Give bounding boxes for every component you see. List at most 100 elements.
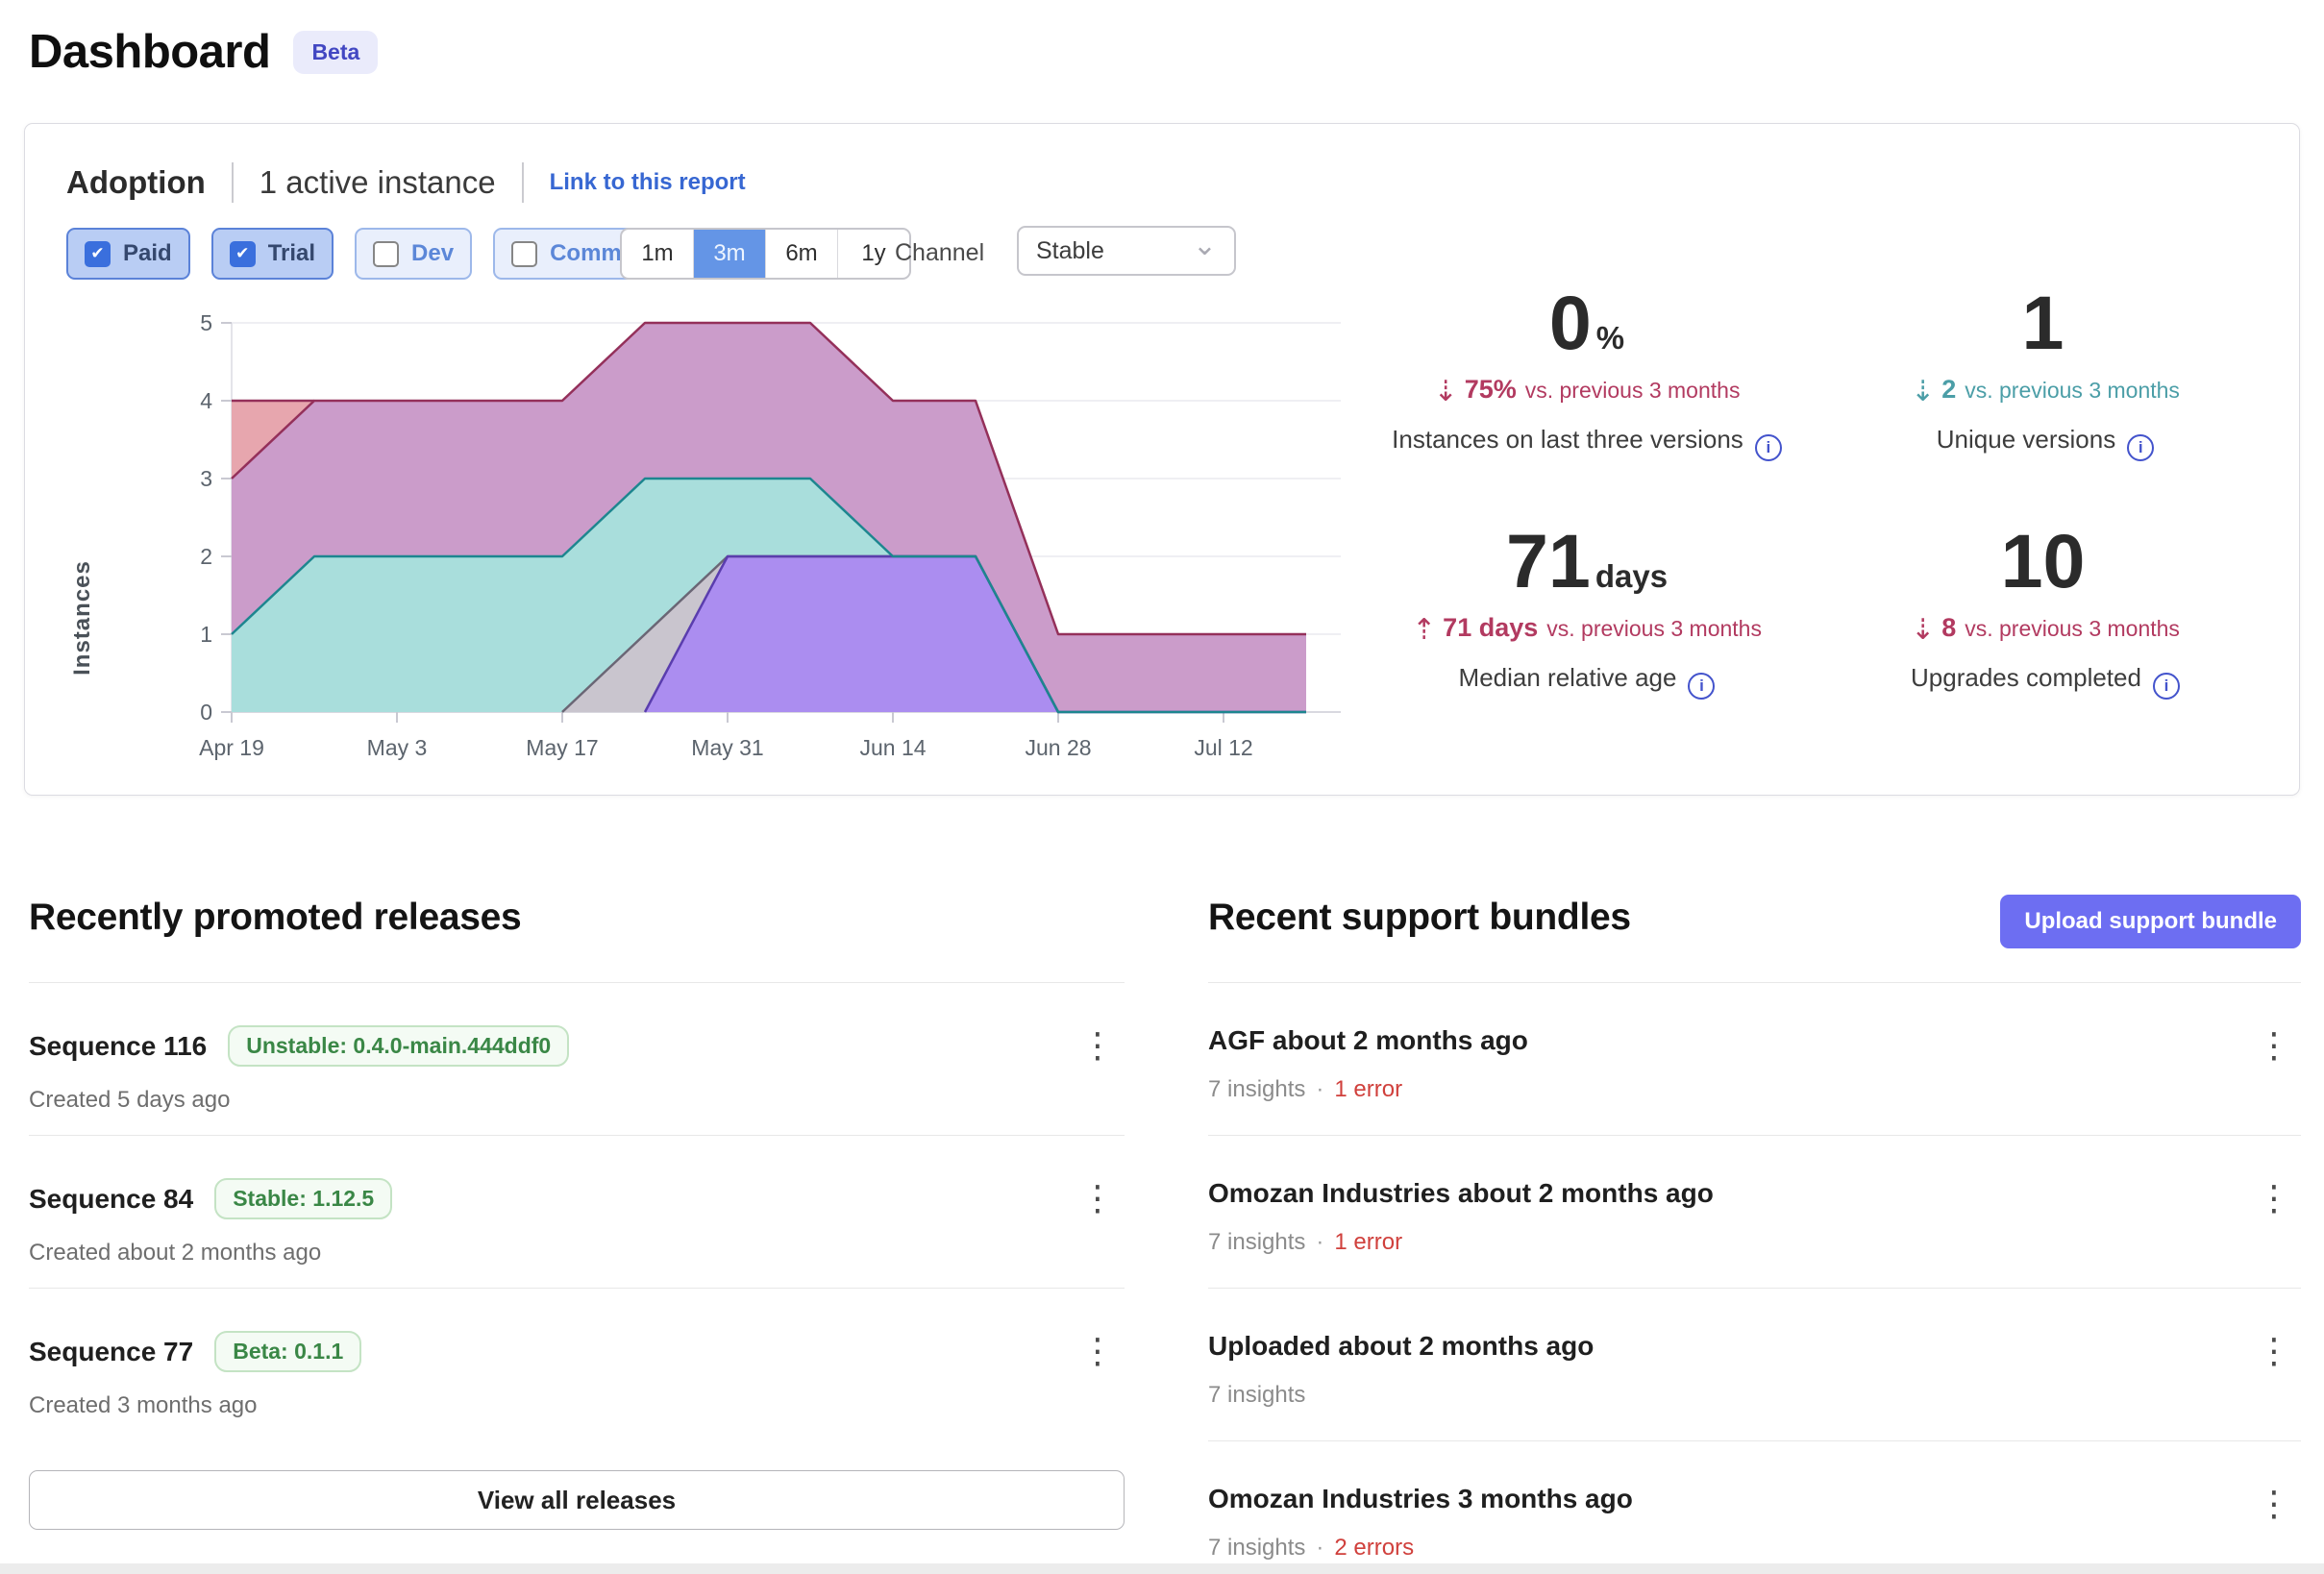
bundle-error-count: 2 errors bbox=[1334, 1535, 1414, 1561]
support-bundle-row[interactable]: AGF about 2 months ago 7 insights·1 erro… bbox=[1208, 982, 2301, 1135]
checkbox-icon[interactable]: ✔ bbox=[230, 241, 256, 267]
svg-text:4: 4 bbox=[200, 388, 212, 413]
time-range-selector: 1m 3m 6m 1y bbox=[620, 228, 911, 280]
dashboard-page: Dashboard Beta Adoption 1 active instanc… bbox=[0, 0, 2324, 1574]
info-icon[interactable]: i bbox=[1755, 434, 1782, 461]
checkbox-icon[interactable] bbox=[373, 241, 399, 267]
dot-separator: · bbox=[1316, 1535, 1323, 1561]
adoption-area-chart: 012345Apr 19May 3May 17May 31Jun 14Jun 2… bbox=[97, 287, 1423, 777]
filter-label: Dev bbox=[411, 240, 454, 267]
release-channel-badge: Unstable: 0.4.0-main.444ddf0 bbox=[228, 1025, 569, 1067]
trend-arrow-icon: ⇡ bbox=[1412, 613, 1436, 647]
kebab-menu-icon[interactable]: ⋮ bbox=[1080, 1182, 1115, 1217]
range-3m[interactable]: 3m bbox=[693, 230, 765, 278]
recently-promoted-releases-section: Recently promoted releases Sequence 116 … bbox=[29, 897, 1125, 1530]
support-bundle-row[interactable]: Omozan Industries 3 months ago 7 insight… bbox=[1208, 1440, 2301, 1574]
adoption-title: Adoption bbox=[66, 164, 206, 201]
stat-value: 0% bbox=[1366, 282, 1808, 363]
channel-label: Channel bbox=[895, 228, 984, 278]
stat-change: ⇡71 daysvs. previous 3 months bbox=[1366, 613, 1808, 647]
stat-change: ⇣8vs. previous 3 months bbox=[1824, 613, 2266, 647]
kebab-menu-icon[interactable]: ⋮ bbox=[1080, 1335, 1115, 1369]
kebab-menu-icon[interactable]: ⋮ bbox=[2257, 1182, 2291, 1217]
stat-value: 10 bbox=[1824, 520, 2266, 602]
info-icon[interactable]: i bbox=[2153, 673, 2180, 700]
bundle-meta: 7 insights· bbox=[1208, 1382, 2301, 1409]
support-bundle-row[interactable]: Omozan Industries about 2 months ago 7 i… bbox=[1208, 1135, 2301, 1288]
bundle-title: Omozan Industries 3 months ago bbox=[1208, 1484, 1633, 1514]
adoption-card-header: Adoption 1 active instance Link to this … bbox=[66, 162, 746, 203]
kebab-menu-icon[interactable]: ⋮ bbox=[2257, 1029, 2291, 1064]
filter-label: Trial bbox=[268, 240, 315, 267]
info-icon[interactable]: i bbox=[2127, 434, 2154, 461]
svg-text:Jun 28: Jun 28 bbox=[1025, 735, 1091, 760]
stat-change: ⇣75%vs. previous 3 months bbox=[1366, 375, 1808, 408]
kebab-menu-icon[interactable]: ⋮ bbox=[2257, 1488, 2291, 1522]
release-title: Sequence 84 bbox=[29, 1184, 193, 1215]
channel-select[interactable]: Stable ⌄ bbox=[1017, 226, 1236, 276]
stat-label: Instances on last three versionsi bbox=[1366, 425, 1808, 461]
stat-label: Upgrades completedi bbox=[1824, 663, 2266, 700]
release-channel-badge: Stable: 1.12.5 bbox=[214, 1178, 392, 1219]
chart-y-axis-label: Instances bbox=[69, 503, 96, 733]
dot-separator: · bbox=[1316, 1229, 1323, 1255]
kebab-menu-icon[interactable]: ⋮ bbox=[2257, 1335, 2291, 1369]
kebab-menu-icon[interactable]: ⋮ bbox=[1080, 1029, 1115, 1064]
beta-badge: Beta bbox=[293, 31, 378, 74]
stat-median-relative-age: 71days ⇡71 daysvs. previous 3 months Med… bbox=[1366, 520, 1808, 700]
info-icon[interactable]: i bbox=[1688, 673, 1715, 700]
stat-label: Unique versionsi bbox=[1824, 425, 2266, 461]
release-row[interactable]: Sequence 84 Stable: 1.12.5 Created about… bbox=[29, 1135, 1125, 1288]
range-6m[interactable]: 6m bbox=[765, 230, 837, 278]
svg-text:Apr 19: Apr 19 bbox=[199, 735, 264, 760]
recent-support-bundles-section: Recent support bundles Upload support bu… bbox=[1208, 897, 2301, 1574]
bundle-title: Omozan Industries about 2 months ago bbox=[1208, 1178, 1714, 1209]
trend-arrow-icon: ⇣ bbox=[1911, 613, 1935, 647]
svg-text:Jul 12: Jul 12 bbox=[1194, 735, 1252, 760]
link-to-report[interactable]: Link to this report bbox=[550, 169, 746, 196]
range-1m[interactable]: 1m bbox=[622, 230, 693, 278]
bundles-heading: Recent support bundles bbox=[1208, 897, 1631, 938]
bundle-meta: 7 insights·1 error bbox=[1208, 1076, 2301, 1103]
bundle-title: AGF about 2 months ago bbox=[1208, 1025, 1528, 1056]
release-created: Created about 2 months ago bbox=[29, 1240, 1125, 1267]
filter-pill-trial[interactable]: ✔ Trial bbox=[211, 228, 334, 280]
svg-text:Jun 14: Jun 14 bbox=[859, 735, 926, 760]
license-filter-group: ✔ Paid ✔ Trial Dev Community bbox=[66, 228, 695, 280]
release-row[interactable]: Sequence 77 Beta: 0.1.1 Created 3 months… bbox=[29, 1288, 1125, 1440]
view-all-releases-button[interactable]: View all releases bbox=[29, 1470, 1125, 1530]
bundle-error-count: 1 error bbox=[1334, 1229, 1402, 1255]
stat-change: ⇣2vs. previous 3 months bbox=[1824, 375, 2266, 408]
release-title: Sequence 116 bbox=[29, 1031, 207, 1062]
bundle-error-count: 1 error bbox=[1334, 1076, 1402, 1102]
svg-text:0: 0 bbox=[200, 700, 212, 725]
svg-text:2: 2 bbox=[200, 544, 212, 569]
active-instance-count: 1 active instance bbox=[260, 164, 496, 201]
svg-text:1: 1 bbox=[200, 622, 212, 647]
release-row[interactable]: Sequence 116 Unstable: 0.4.0-main.444ddf… bbox=[29, 982, 1125, 1135]
bundles-header-row: Recent support bundles Upload support bu… bbox=[1208, 897, 2301, 982]
checkbox-icon[interactable] bbox=[511, 241, 537, 267]
svg-text:May 3: May 3 bbox=[367, 735, 428, 760]
stat-value: 1 bbox=[1824, 282, 2266, 363]
dot-separator: · bbox=[1316, 1076, 1323, 1102]
page-title: Dashboard bbox=[29, 25, 270, 79]
svg-text:3: 3 bbox=[200, 466, 212, 491]
support-bundle-row[interactable]: Uploaded about 2 months ago 7 insights· … bbox=[1208, 1288, 2301, 1440]
channel-selected-value: Stable bbox=[1036, 237, 1104, 265]
svg-text:May 31: May 31 bbox=[691, 735, 763, 760]
stat-label: Median relative agei bbox=[1366, 663, 1808, 700]
filter-pill-dev[interactable]: Dev bbox=[355, 228, 472, 280]
checkbox-icon[interactable]: ✔ bbox=[85, 241, 111, 267]
release-channel-badge: Beta: 0.1.1 bbox=[214, 1331, 361, 1372]
filter-pill-paid[interactable]: ✔ Paid bbox=[66, 228, 190, 280]
releases-header-row: Recently promoted releases bbox=[29, 897, 1125, 982]
stat-value: 71days bbox=[1366, 520, 1808, 602]
trend-arrow-icon: ⇣ bbox=[1434, 375, 1458, 408]
filter-label: Paid bbox=[123, 240, 172, 267]
svg-text:5: 5 bbox=[200, 310, 212, 335]
upload-support-bundle-button[interactable]: Upload support bundle bbox=[2000, 895, 2301, 948]
page-bottom-strip bbox=[0, 1563, 2324, 1574]
bundle-meta: 7 insights·1 error bbox=[1208, 1229, 2301, 1256]
stat-instances-last-three-versions: 0% ⇣75%vs. previous 3 months Instances o… bbox=[1366, 282, 1808, 461]
